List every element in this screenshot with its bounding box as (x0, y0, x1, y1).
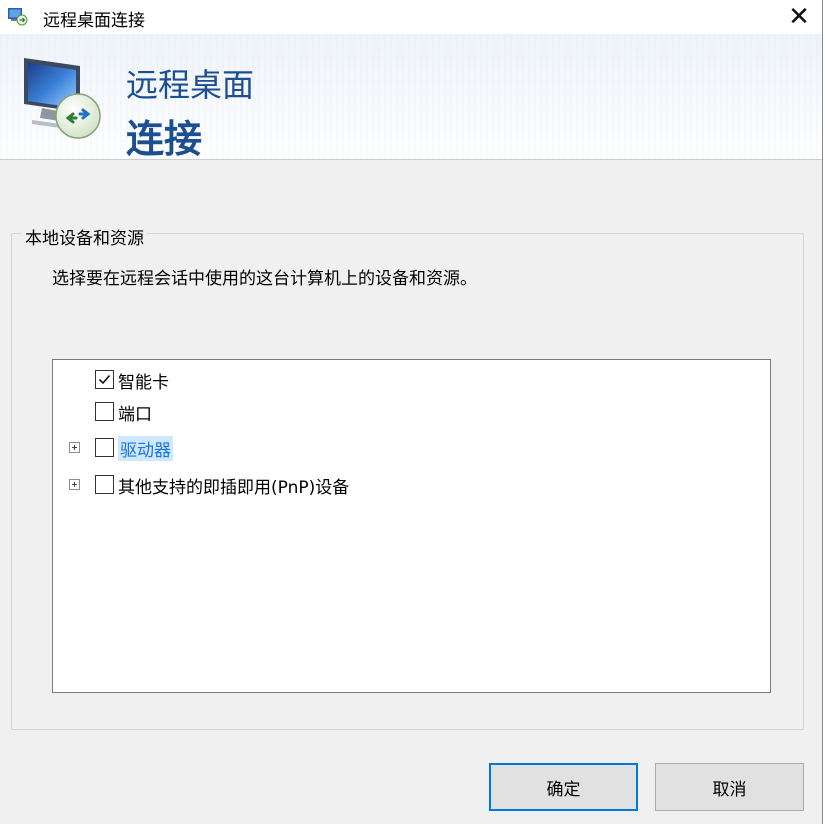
drives-checkbox[interactable] (95, 438, 114, 457)
window-title: 远程桌面连接 (43, 11, 145, 31)
group-legend: 本地设备和资源 (22, 224, 147, 249)
tree-item-pnp-devices[interactable]: 其他支持的即插即用(PnP)设备 (53, 470, 770, 500)
smart-card-checkbox[interactable] (95, 370, 114, 389)
device-tree[interactable]: 智能卡 端口 驱动器 其他支持的即插即用(PnP)设备 (52, 359, 771, 693)
close-icon: ✕ (788, 2, 810, 32)
banner-background (0, 34, 822, 159)
remote-desktop-app-icon (8, 8, 28, 26)
remote-desktop-monitor-icon (18, 52, 110, 144)
tree-item-label: 其他支持的即插即用(PnP)设备 (118, 477, 350, 498)
dialog-window: 远程桌面连接 ✕ 远程桌面 连接 本地设备和资源 选择要在远程会话中使用的这台计… (0, 0, 823, 824)
ports-checkbox[interactable] (95, 402, 114, 421)
checkmark-icon (98, 374, 111, 385)
expand-plus-icon[interactable] (69, 442, 80, 453)
group-description: 选择要在远程会话中使用的这台计算机上的设备和资源。 (52, 269, 477, 289)
tree-item-label: 驱动器 (118, 435, 173, 461)
expand-plus-icon[interactable] (69, 479, 80, 490)
close-button[interactable]: ✕ (776, 0, 822, 34)
cancel-button[interactable]: 取消 (655, 763, 804, 811)
pnp-devices-checkbox[interactable] (95, 475, 114, 494)
banner-title-line2: 连接 (126, 117, 203, 160)
tree-item-label: 智能卡 (118, 372, 169, 393)
title-bar: 远程桌面连接 ✕ (0, 0, 822, 34)
header-banner: 远程桌面 连接 (0, 34, 822, 160)
banner-title-line1: 远程桌面 (126, 66, 255, 104)
ok-button[interactable]: 确定 (489, 763, 638, 811)
tree-item-drives[interactable]: 驱动器 (53, 433, 770, 463)
tree-item-ports[interactable]: 端口 (53, 397, 770, 427)
tree-item-smart-card[interactable]: 智能卡 (53, 365, 770, 395)
tree-item-label: 端口 (118, 404, 152, 425)
